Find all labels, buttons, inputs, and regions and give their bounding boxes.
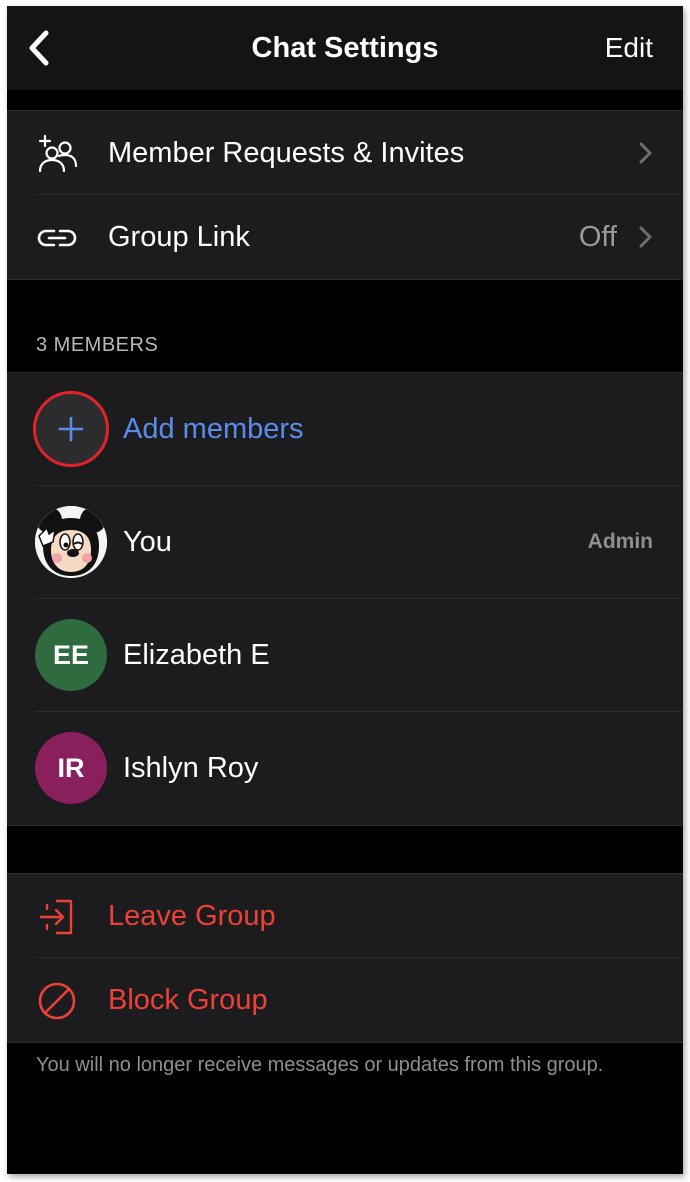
chevron-right-icon (639, 142, 652, 164)
add-person-group-icon (35, 132, 79, 176)
block-group-footnote: You will no longer receive messages or u… (36, 1054, 604, 1076)
plus-icon (58, 416, 84, 442)
leave-group-row[interactable]: Leave Group (7, 874, 683, 958)
navigation-bar: Chat Settings Edit (7, 6, 683, 90)
members-count-header: 3 MEMBERS (36, 334, 159, 356)
add-members-row[interactable]: Add members (7, 373, 683, 486)
member-name: You (123, 526, 172, 558)
members-section: Add members You Admin EE Elizabeth E IR … (7, 372, 683, 826)
admin-badge: Admin (587, 530, 653, 553)
group-options-section: Member Requests & Invites Group Link Off (7, 110, 683, 280)
member-row[interactable]: EE Elizabeth E (7, 599, 683, 712)
group-link-row[interactable]: Group Link Off (7, 195, 683, 279)
group-link-status: Off (578, 221, 617, 253)
leave-group-icon (35, 895, 79, 939)
member-name: Ishlyn Roy (123, 752, 259, 784)
add-members-label: Add members (123, 413, 304, 445)
member-requests-row[interactable]: Member Requests & Invites (7, 111, 683, 195)
block-icon (35, 979, 79, 1023)
group-actions-section: Leave Group Block Group (7, 873, 683, 1043)
edit-button[interactable]: Edit (605, 28, 653, 68)
group-link-label: Group Link (108, 221, 250, 253)
member-row[interactable]: You Admin (7, 486, 683, 599)
page-title: Chat Settings (251, 32, 439, 64)
link-icon (35, 216, 79, 260)
cartoon-mouse-avatar-icon (35, 506, 107, 578)
member-name: Elizabeth E (123, 639, 270, 671)
member-row[interactable]: IR Ishlyn Roy (7, 712, 683, 825)
add-members-button[interactable] (33, 391, 109, 467)
avatar: EE (35, 619, 107, 691)
avatar: IR (35, 732, 107, 804)
avatar-initials: EE (52, 639, 90, 670)
chat-settings-screen: Chat Settings Edit Member Requests & Inv… (7, 6, 683, 1174)
block-group-label: Block Group (108, 984, 268, 1016)
chevron-right-icon (639, 226, 652, 248)
avatar-initials: IR (57, 752, 85, 783)
leave-group-label: Leave Group (108, 900, 276, 932)
member-requests-label: Member Requests & Invites (108, 137, 465, 169)
block-group-row[interactable]: Block Group (7, 958, 683, 1042)
avatar (35, 506, 107, 578)
